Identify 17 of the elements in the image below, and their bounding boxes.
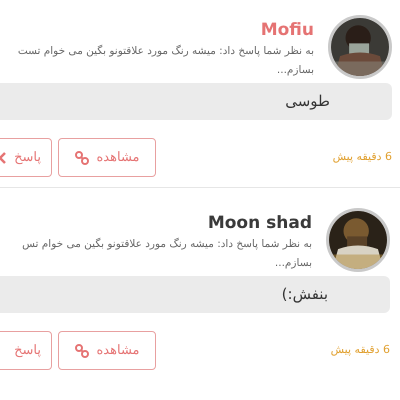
- chevron-left-icon: [0, 152, 6, 164]
- view-button[interactable]: مشاهده: [58, 138, 156, 177]
- user-name: Mofiu: [260, 19, 314, 41]
- time-label: 6 دقیقه پیش: [330, 342, 390, 358]
- notification-text: بسازم...: [276, 63, 314, 78]
- link-icon: [74, 150, 88, 164]
- reply-button[interactable]: پاسخ: [0, 331, 52, 370]
- notification-text: به نظر شما پاسخ داد: میشه رنگ مورد علاقتونو بگین می خوام تس: [22, 236, 312, 252]
- reply-button[interactable]: پاسخ: [0, 138, 52, 177]
- link-icon: [74, 344, 88, 358]
- user-name: Moon shad: [208, 212, 312, 234]
- notification-text: به نظر شما پاسخ داد: میشه رنگ مورد علاقتونو بگین می خوام تست: [18, 44, 314, 59]
- time-label: 6 دقیقه پیش: [332, 149, 392, 166]
- answer-box: بنفش:): [0, 276, 390, 313]
- answer-box: طوسی: [0, 83, 392, 120]
- view-button[interactable]: مشاهده: [58, 331, 156, 370]
- notification-text: بسازم...: [274, 256, 312, 271]
